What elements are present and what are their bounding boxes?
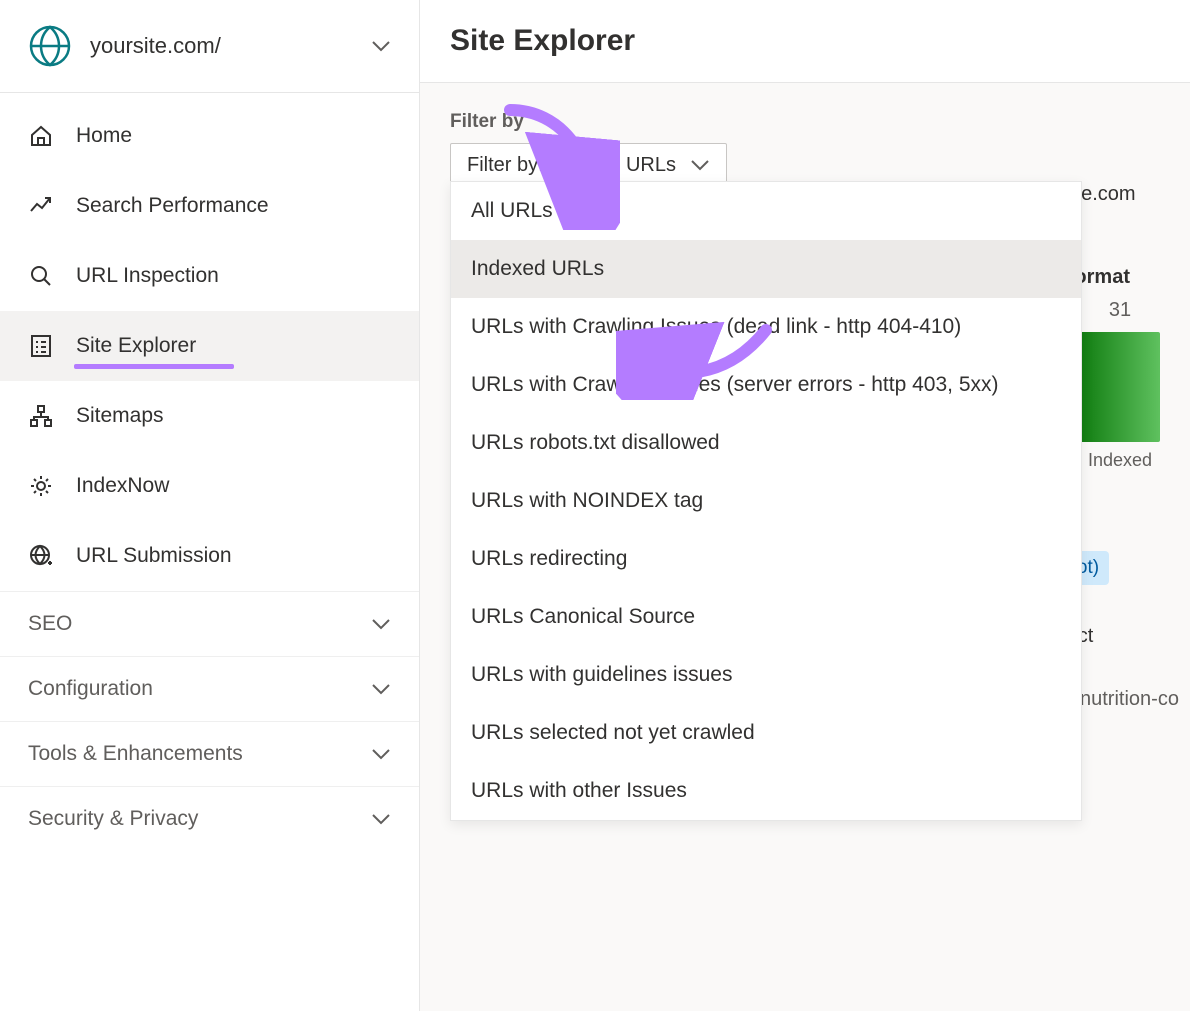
trend-up-icon (28, 193, 54, 219)
sidebar-item-url-submission[interactable]: URL Submission (0, 521, 419, 591)
main: Site Explorer Filter by Filter by: Index… (420, 0, 1190, 1011)
sidebar-item-label: Site Explorer (76, 334, 196, 358)
sidebar-item-label: Home (76, 124, 132, 148)
sidebar-item-search-performance[interactable]: Search Performance (0, 171, 419, 241)
filter-dropdown: All URLs Indexed URLs URLs with Crawling… (450, 181, 1082, 821)
filter-option-other-issues[interactable]: URLs with other Issues (451, 762, 1081, 820)
sidebar-group-configuration[interactable]: Configuration (0, 656, 419, 721)
filter-option-crawl-404[interactable]: URLs with Crawling Issues (dead link - h… (451, 298, 1081, 356)
sidebar-group-seo[interactable]: SEO (0, 591, 419, 656)
filter-option-canonical[interactable]: URLs Canonical Source (451, 588, 1081, 646)
filter-option-indexed-urls[interactable]: Indexed URLs (451, 240, 1081, 298)
globe-icon (28, 24, 72, 68)
nav: Home Search Performance URL Inspection S… (0, 93, 419, 591)
filter-option-redirecting[interactable]: URLs redirecting (451, 530, 1081, 588)
sitemap-icon (28, 403, 54, 429)
chevron-down-icon (371, 36, 391, 57)
sidebar-item-label: URL Submission (76, 544, 232, 568)
sidebar-item-label: Sitemaps (76, 404, 164, 428)
gear-icon (28, 473, 54, 499)
chevron-down-icon (690, 154, 710, 177)
sidebar-item-home[interactable]: Home (0, 101, 419, 171)
site-label: yoursite.com/ (90, 33, 353, 59)
chevron-down-icon (371, 807, 391, 831)
list-check-icon (28, 333, 54, 359)
site-switcher[interactable]: yoursite.com/ (0, 0, 419, 93)
sidebar-group-label: SEO (28, 612, 72, 636)
filter-option-crawl-5xx[interactable]: URLs with Crawling Issues (server errors… (451, 356, 1081, 414)
sidebar-group-label: Security & Privacy (28, 807, 198, 831)
search-icon (28, 263, 54, 289)
globe-plus-icon (28, 543, 54, 569)
sidebar: yoursite.com/ Home Search Performance (0, 0, 420, 1011)
file-name-fragment: nutrition-co (1080, 688, 1179, 711)
filter-option-selected-not-crawled[interactable]: URLs selected not yet crawled (451, 704, 1081, 762)
chevron-down-icon (371, 612, 391, 636)
filter-button-label: Filter by: Indexed URLs (467, 154, 676, 177)
annotation-underline (74, 364, 234, 369)
chevron-down-icon (371, 742, 391, 766)
indexed-bar (1080, 332, 1160, 442)
filter-option-robots-disallowed[interactable]: URLs robots.txt disallowed (451, 414, 1081, 472)
home-icon (28, 123, 54, 149)
sidebar-item-label: Search Performance (76, 194, 269, 218)
sidebar-item-url-inspection[interactable]: URL Inspection (0, 241, 419, 311)
sidebar-item-site-explorer[interactable]: Site Explorer (0, 311, 419, 381)
page-title: Site Explorer (420, 0, 1190, 83)
sidebar-group-tools[interactable]: Tools & Enhancements (0, 721, 419, 786)
sidebar-group-label: Tools & Enhancements (28, 742, 243, 766)
main-body: Filter by Filter by: Indexed URLs All UR… (420, 83, 1190, 1011)
sidebar-group-label: Configuration (28, 677, 153, 701)
chevron-down-icon (371, 677, 391, 701)
sidebar-item-label: URL Inspection (76, 264, 219, 288)
sidebar-group-security[interactable]: Security & Privacy (0, 786, 419, 851)
filter-option-noindex[interactable]: URLs with NOINDEX tag (451, 472, 1081, 530)
sidebar-item-indexnow[interactable]: IndexNow (0, 451, 419, 521)
filter-option-all-urls[interactable]: All URLs (451, 182, 1081, 240)
filter-option-guidelines[interactable]: URLs with guidelines issues (451, 646, 1081, 704)
sidebar-item-sitemaps[interactable]: Sitemaps (0, 381, 419, 451)
sidebar-item-label: IndexNow (76, 474, 169, 498)
